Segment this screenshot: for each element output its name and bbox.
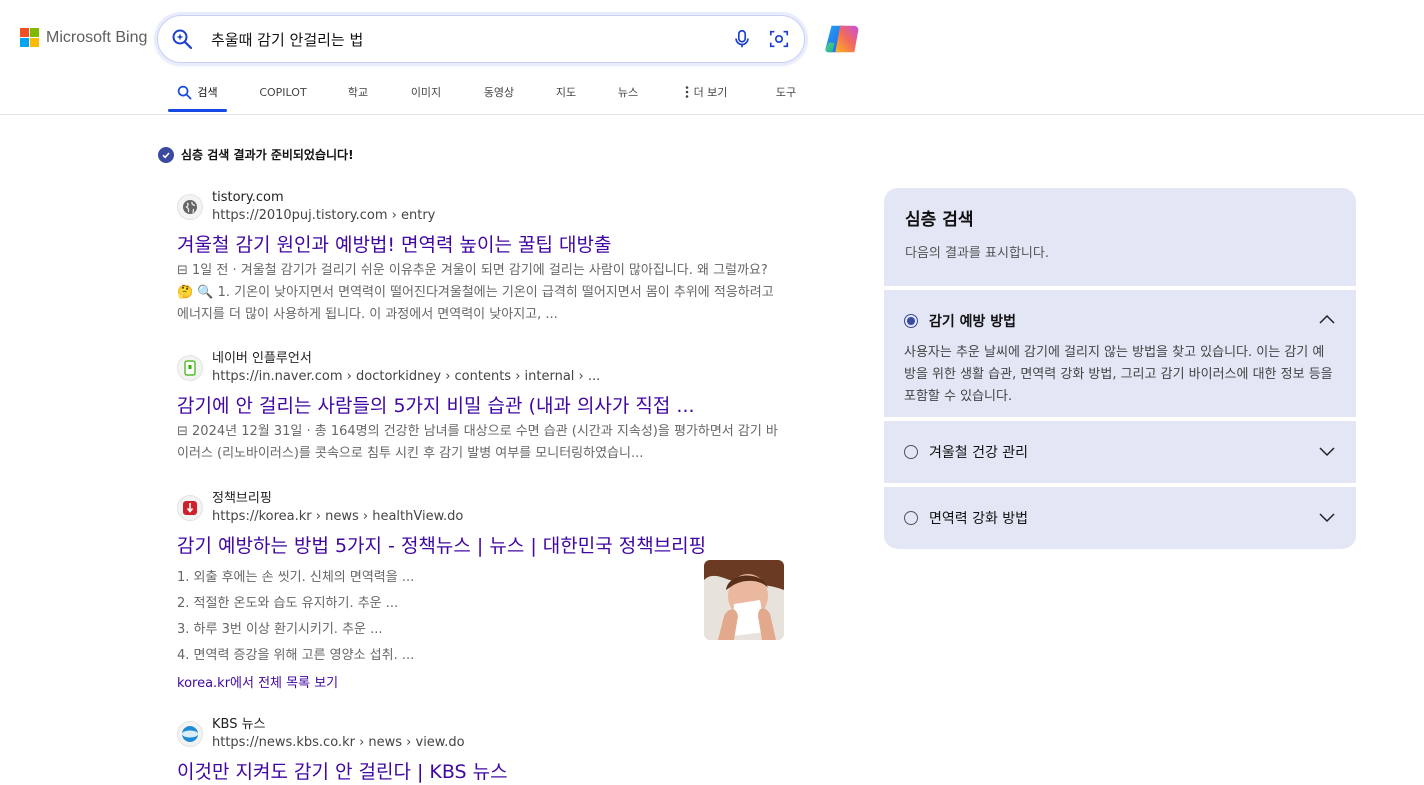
tab-label: 검색 bbox=[197, 86, 218, 99]
result-title-link[interactable]: 감기 예방하는 방법 5가지 - 정책뉴스 | 뉴스 | 대한민국 정책브리핑 bbox=[177, 533, 787, 559]
chevron-up-icon[interactable] bbox=[1318, 313, 1336, 325]
result-snippet: ⊟ 2024년 12월 31일 · 총 164명의 건강한 남녀를 대상으로 수… bbox=[177, 421, 787, 465]
tab-tools[interactable]: 도구 bbox=[764, 72, 808, 112]
list-item: 4. 면역력 증강을 위해 고른 영양소 섭취. ... bbox=[177, 648, 415, 663]
tab-label: 뉴스 bbox=[617, 86, 639, 99]
panel-section-cold-prevention[interactable]: 감기 예방 방법 사용자는 추운 날씨에 감기에 걸리지 않는 방법을 찾고 있… bbox=[884, 290, 1356, 417]
result-source[interactable]: 정책브리핑 https://korea.kr › news › healthVi… bbox=[177, 490, 787, 526]
tab-label: 동영상 bbox=[483, 86, 515, 99]
more-vertical-icon bbox=[685, 86, 688, 98]
tab-news[interactable]: 뉴스 bbox=[607, 72, 649, 112]
tab-images[interactable]: 이미지 bbox=[400, 72, 452, 112]
result-date: 2024년 12월 31일 · bbox=[192, 424, 311, 439]
tab-label: 도구 bbox=[775, 86, 797, 99]
search-sparkle-icon bbox=[172, 29, 193, 50]
microsoft-logo-icon bbox=[20, 28, 39, 47]
panel-title: 심층 검색 bbox=[905, 210, 974, 230]
site-url: https://korea.kr › news › healthView.do bbox=[212, 509, 464, 524]
see-full-list-link[interactable]: korea.kr에서 전체 목록 보기 bbox=[177, 672, 787, 691]
site-url: https://in.naver.com › doctorkidney › co… bbox=[212, 369, 601, 384]
tab-label: 이미지 bbox=[410, 86, 442, 99]
site-name: tistory.com bbox=[212, 190, 284, 205]
site-name: KBS 뉴스 bbox=[212, 717, 266, 732]
search-icon bbox=[178, 85, 192, 99]
section-body: 사용자는 추운 날씨에 감기에 걸리지 않는 방법을 찾고 있습니다. 이는 감… bbox=[904, 345, 1333, 404]
search-result: 정책브리핑 https://korea.kr › news › healthVi… bbox=[177, 490, 787, 691]
tab-maps[interactable]: 지도 bbox=[545, 72, 587, 112]
list-item: 3. 하루 3번 이상 환기시키기. 추운 ... bbox=[177, 622, 383, 637]
list-item: 1. 외출 후에는 손 씻기. 신체의 면역력을 ... bbox=[177, 570, 415, 585]
search-box[interactable] bbox=[157, 15, 805, 63]
site-url: https://2010puj.tistory.com › entry bbox=[212, 208, 436, 223]
deep-search-status: 심층 검색 결과가 준비되었습니다! bbox=[158, 146, 354, 163]
naver-influencer-icon bbox=[177, 355, 203, 381]
deep-search-panel: 심층 검색 다음의 결과를 표시합니다. 감기 예방 방법 사용자는 추운 날씨… bbox=[884, 188, 1356, 549]
tab-videos[interactable]: 동영상 bbox=[473, 72, 525, 112]
section-label: 면역력 강화 방법 bbox=[929, 511, 1029, 527]
korea-briefing-icon bbox=[177, 495, 203, 521]
check-icon bbox=[158, 146, 174, 163]
radio-selected[interactable] bbox=[904, 314, 918, 328]
result-source[interactable]: KBS 뉴스 https://news.kbs.co.kr › news › v… bbox=[177, 716, 787, 752]
chevron-down-icon[interactable] bbox=[1318, 511, 1336, 523]
tab-label: COPILOT bbox=[259, 85, 307, 99]
globe-icon bbox=[177, 194, 203, 220]
tab-copilot[interactable]: COPILOT bbox=[250, 72, 316, 112]
bing-logo[interactable]: Microsoft Bing bbox=[20, 28, 147, 47]
snippet-text: 겨울철 감기가 걸리기 쉬운 이유추운 겨울이 되면 감기에 걸리는 사람이 많… bbox=[177, 263, 774, 322]
tab-school[interactable]: 학교 bbox=[336, 72, 380, 112]
result-date: 1일 전 · bbox=[192, 263, 237, 278]
result-title-link[interactable]: 겨울철 감기 원인과 예방법! 면역력 높이는 꿀팁 대방출 bbox=[177, 232, 787, 258]
search-result: 네이버 인플루언서 https://in.naver.com › doctork… bbox=[177, 350, 787, 465]
chevron-down-icon[interactable] bbox=[1318, 445, 1336, 457]
panel-header: 심층 검색 다음의 결과를 표시합니다. bbox=[884, 188, 1356, 286]
microphone-icon[interactable] bbox=[731, 28, 753, 50]
status-text: 심층 검색 결과가 준비되었습니다! bbox=[181, 148, 354, 162]
tab-more[interactable]: 더 보기 bbox=[670, 72, 742, 112]
result-snippet: ⊟ 1일 전 · 겨울철 감기가 걸리기 쉬운 이유추운 겨울이 되면 감기에 … bbox=[177, 260, 787, 326]
section-label: 겨울철 건강 관리 bbox=[929, 445, 1029, 461]
site-url: https://news.kbs.co.kr › news › view.do bbox=[212, 735, 465, 750]
radio-unselected[interactable] bbox=[904, 445, 918, 459]
tab-label: 더 보기 bbox=[693, 86, 728, 99]
panel-subtitle: 다음의 결과를 표시합니다. bbox=[905, 246, 1049, 261]
result-title-link[interactable]: 감기에 안 걸리는 사람들의 5가지 비밀 습관 (내과 의사가 직접 ... bbox=[177, 393, 787, 419]
result-thumbnail[interactable] bbox=[704, 560, 784, 640]
kbs-news-icon bbox=[177, 721, 203, 747]
result-list: 1. 외출 후에는 손 씻기. 신체의 면역력을 ... 2. 적절한 온도와 … bbox=[177, 565, 787, 669]
tab-label: 학교 bbox=[347, 86, 369, 99]
search-result: KBS 뉴스 https://news.kbs.co.kr › news › v… bbox=[177, 716, 787, 785]
tab-label: 지도 bbox=[555, 86, 577, 99]
visual-search-icon[interactable] bbox=[768, 28, 790, 50]
panel-section-winter-health[interactable]: 겨울철 건강 관리 bbox=[884, 421, 1356, 483]
site-name: 정책브리핑 bbox=[212, 491, 272, 506]
site-name: 네이버 인플루언서 bbox=[212, 351, 312, 366]
search-result: tistory.com https://2010puj.tistory.com … bbox=[177, 189, 787, 326]
tab-search[interactable]: 검색 bbox=[168, 72, 227, 112]
search-tabs: 검색 COPILOT 학교 이미지 동영상 지도 뉴스 더 보기 도구 bbox=[0, 72, 1424, 115]
panel-section-immunity[interactable]: 면역력 강화 방법 bbox=[884, 487, 1356, 549]
news-icon: ⊟ bbox=[177, 424, 193, 439]
search-input[interactable] bbox=[209, 29, 713, 49]
brand-name: Microsoft Bing bbox=[46, 28, 148, 46]
section-label: 감기 예방 방법 bbox=[929, 314, 1017, 330]
result-title-link[interactable]: 이것만 지켜도 감기 안 걸린다 | KBS 뉴스 bbox=[177, 759, 787, 785]
result-source[interactable]: tistory.com https://2010puj.tistory.com … bbox=[177, 189, 787, 225]
news-icon: ⊟ bbox=[177, 263, 193, 278]
radio-unselected[interactable] bbox=[904, 511, 918, 525]
list-item: 2. 적절한 온도와 습도 유지하기. 추운 ... bbox=[177, 596, 399, 611]
active-tab-indicator bbox=[168, 109, 227, 112]
copilot-icon[interactable] bbox=[823, 20, 861, 58]
result-source[interactable]: 네이버 인플루언서 https://in.naver.com › doctork… bbox=[177, 350, 787, 386]
